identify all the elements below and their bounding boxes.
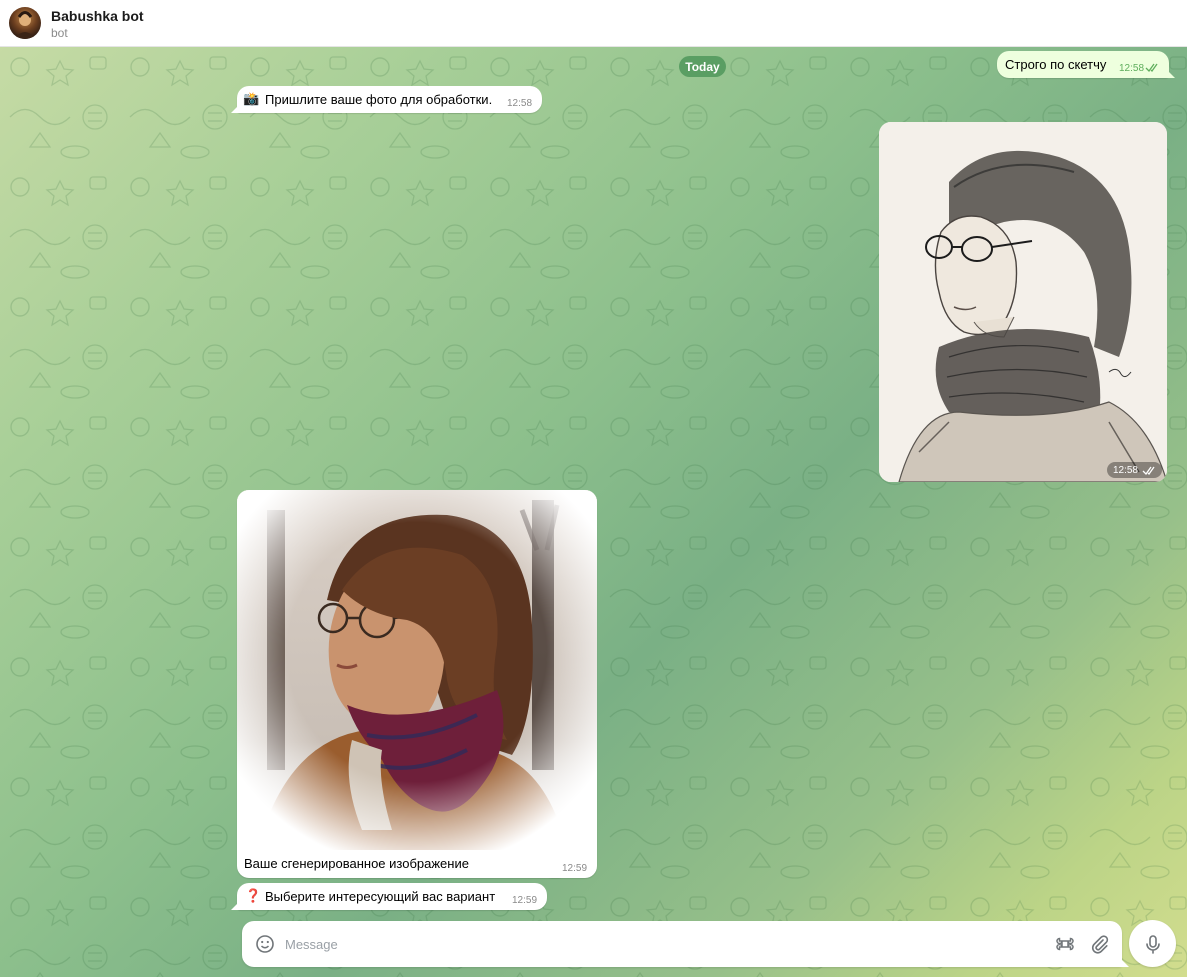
message-time: 12:59: [512, 895, 538, 906]
emoji-icon[interactable]: [254, 933, 276, 955]
microphone-icon: [1145, 934, 1160, 954]
incoming-message[interactable]: 📸 Пришлите ваше фото для обработки. 12:5…: [237, 86, 542, 113]
message-time: 12:59: [562, 863, 588, 874]
date-separator: Today: [679, 56, 726, 77]
message-text: Строго по скетчу: [1005, 57, 1107, 72]
generated-photo-message[interactable]: Ваше сгенерированное изображение 12:59: [237, 490, 597, 878]
sketch-portrait-image: [879, 122, 1167, 482]
outgoing-message[interactable]: Строго по скетчу 12:58: [997, 51, 1169, 78]
chat-header: Babushka bot bot: [0, 0, 1187, 47]
message-time: 12:58: [1112, 464, 1138, 476]
incoming-message[interactable]: ❓ Выберите интересующий вас вариант 12:5…: [237, 883, 547, 910]
message-composer: [242, 921, 1122, 967]
chat-subtitle: bot: [51, 26, 68, 40]
bot-avatar[interactable]: [9, 7, 41, 39]
generated-portrait-image[interactable]: [237, 490, 597, 850]
message-input[interactable]: [285, 933, 1025, 955]
message-time: 12:58: [1119, 63, 1145, 74]
message-time: 12:58: [507, 98, 533, 109]
read-checkmarks-icon: [1142, 466, 1155, 475]
voice-record-button[interactable]: [1129, 920, 1176, 967]
photo-caption: Ваше сгенерированное изображение: [244, 856, 469, 871]
bot-command-icon[interactable]: [1054, 933, 1076, 955]
sketch-photo-message[interactable]: 12:58: [879, 122, 1167, 482]
attach-icon[interactable]: [1088, 933, 1110, 955]
message-emoji: 📸: [243, 91, 260, 106]
read-checkmarks-icon: [1145, 63, 1158, 72]
photo-time-badge: 12:58: [1106, 462, 1162, 478]
message-text: Пришлите ваше фото для обработки.: [265, 92, 493, 107]
chat-title[interactable]: Babushka bot: [51, 8, 144, 24]
message-text: Выберите интересующий вас вариант: [265, 889, 496, 904]
message-emoji: ❓: [245, 888, 262, 903]
